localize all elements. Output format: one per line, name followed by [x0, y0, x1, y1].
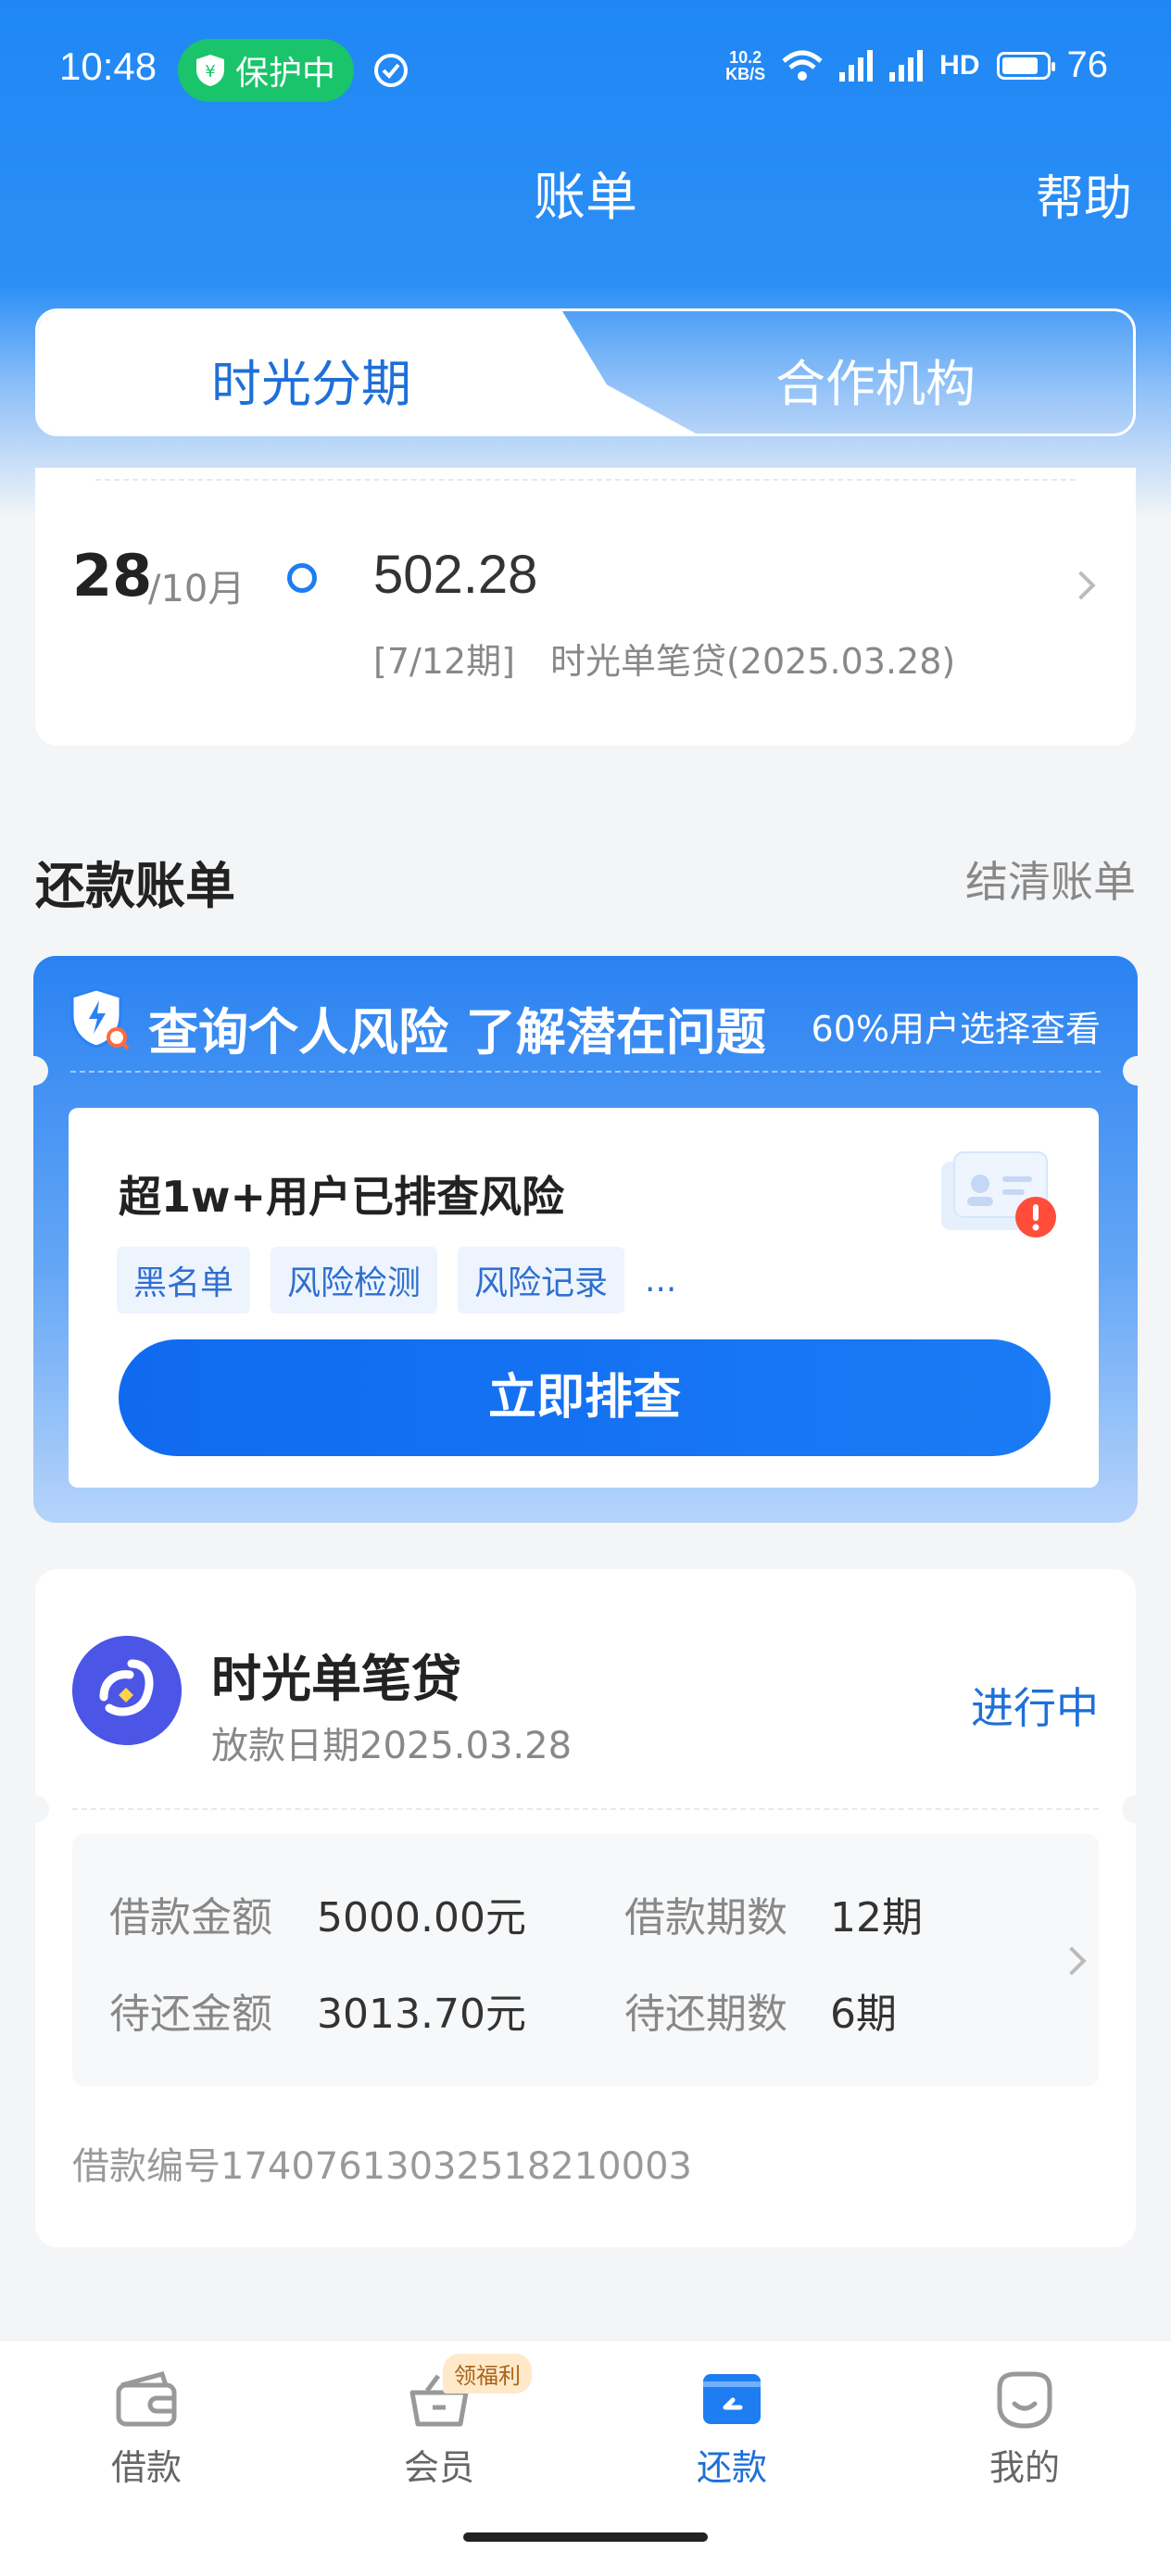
status-right: 10.2 KB/S HD 76: [725, 44, 1108, 86]
risk-tag: 黑名单: [117, 1247, 251, 1313]
due-amount: 502.28: [373, 545, 538, 605]
nav-item-mine[interactable]: 我的: [932, 2369, 1117, 2490]
battery-level: 76: [1066, 44, 1109, 85]
risk-headline: 超1w+用户已排查风险: [119, 1172, 565, 1222]
protect-badge[interactable]: ¥ 保护中: [178, 39, 354, 102]
status-time: 10:48: [59, 44, 157, 88]
notch: [19, 1056, 48, 1086]
id-card-warning-icon: [941, 1151, 1056, 1238]
settled-bills-link[interactable]: 结清账单: [965, 848, 1136, 910]
notch: [1123, 1056, 1152, 1086]
timeline-dot-icon: [287, 563, 317, 593]
nav-label: 我的: [988, 2447, 1060, 2488]
divider: [95, 479, 1076, 481]
chevron-right-icon: [1057, 1946, 1087, 1976]
shield-search-icon: [70, 987, 130, 1050]
risk-title: 查询个人风险 了解潜在问题: [148, 1003, 766, 1062]
shiguang-logo-icon: [72, 1636, 182, 1745]
notch: [21, 1795, 49, 1823]
divider: [70, 1071, 1101, 1073]
remaining-amount-label: 待还金额: [109, 1991, 272, 2038]
loan-status: 进行中: [971, 1683, 1099, 1733]
check-now-button[interactable]: 立即排查: [119, 1339, 1051, 1456]
loan-terms-value: 12期: [830, 1894, 923, 1941]
divider: [72, 1808, 1099, 1810]
remaining-terms-value: 6期: [830, 1991, 897, 2038]
check-circle-icon: [374, 54, 408, 87]
section-title: 还款账单: [35, 857, 235, 915]
loan-summary[interactable]: 借款金额 5000.00元 借款期数 12期 待还金额 3013.70元 待还期…: [72, 1834, 1099, 2086]
risk-tag: 风险记录: [458, 1247, 625, 1313]
svg-text:¥: ¥: [205, 62, 215, 82]
due-detail: [7/12期] 时光单笔贷(2025.03.28): [373, 641, 956, 682]
help-link[interactable]: 帮助: [1036, 159, 1132, 229]
signal-icon: [889, 49, 924, 82]
risk-tag: 风险检测: [271, 1247, 438, 1313]
nav-label: 会员: [403, 2447, 474, 2488]
nav-label: 借款: [110, 2447, 182, 2488]
risk-subtitle: 60%用户选择查看: [811, 1009, 1101, 1049]
due-day: 28: [72, 542, 153, 609]
home-indicator[interactable]: [463, 2532, 708, 2542]
remaining-terms-label: 待还期数: [624, 1991, 787, 2038]
loan-date: 放款日期2025.03.28: [211, 1725, 573, 1767]
status-bar: 10:48 ¥ 保护中 10.2 KB/S HD 76: [0, 0, 1171, 139]
card-icon: [703, 2374, 761, 2424]
loan-card[interactable]: 时光单笔贷 放款日期2025.03.28 进行中 借款金额 5000.00元 借…: [21, 1569, 1150, 2247]
welfare-badge: 领福利: [443, 2354, 532, 2394]
loan-terms-label: 借款期数: [624, 1894, 787, 1941]
nav-label: 还款: [696, 2447, 767, 2488]
notch: [1122, 1795, 1150, 1823]
tab-hezuo-jigou[interactable]: 合作机构: [612, 343, 1133, 416]
loan-amount-label: 借款金额: [109, 1894, 272, 1941]
risk-tags: 黑名单 风险检测 风险记录 ...: [117, 1247, 676, 1313]
tab-shiguang-fenqi[interactable]: 时光分期: [38, 343, 585, 416]
loan-amount-value: 5000.00元: [317, 1894, 526, 1941]
risk-tags-more: ...: [645, 1261, 677, 1300]
wifi-icon: [782, 50, 823, 81]
remaining-amount-value: 3013.70元: [317, 1991, 526, 2038]
battery-icon: [996, 51, 1055, 80]
smile-icon: [997, 2371, 1052, 2429]
hd-icon: HD: [939, 49, 980, 81]
net-speed: 10.2 KB/S: [725, 47, 766, 83]
loan-name: 时光单笔贷: [211, 1650, 461, 1708]
signal-icon: [839, 49, 874, 82]
nav-item-repay[interactable]: 还款: [639, 2369, 825, 2490]
page-title: 账单: [534, 168, 637, 228]
shield-yuan-icon: ¥: [196, 55, 224, 86]
protect-label: 保护中: [235, 55, 336, 93]
risk-banner[interactable]: 查询个人风险 了解潜在问题 60%用户选择查看 超1w+用户已排查风险 黑名单 …: [19, 956, 1152, 1523]
loan-number: 借款编号17407613032518210003: [72, 2145, 692, 2188]
segmented-tabs: 时光分期 合作机构: [35, 308, 1136, 436]
due-month: /10月: [148, 568, 246, 610]
wallet-icon: [116, 2370, 177, 2427]
nav-item-borrow[interactable]: 借款: [54, 2369, 239, 2490]
chevron-right-icon: [1066, 571, 1096, 600]
upcoming-bill-card[interactable]: 28 /10月 502.28 [7/12期] 时光单笔贷(2025.03.28): [35, 468, 1136, 746]
risk-inner-card: 超1w+用户已排查风险 黑名单 风险检测 风险记录 ... 立即排查: [69, 1108, 1099, 1488]
